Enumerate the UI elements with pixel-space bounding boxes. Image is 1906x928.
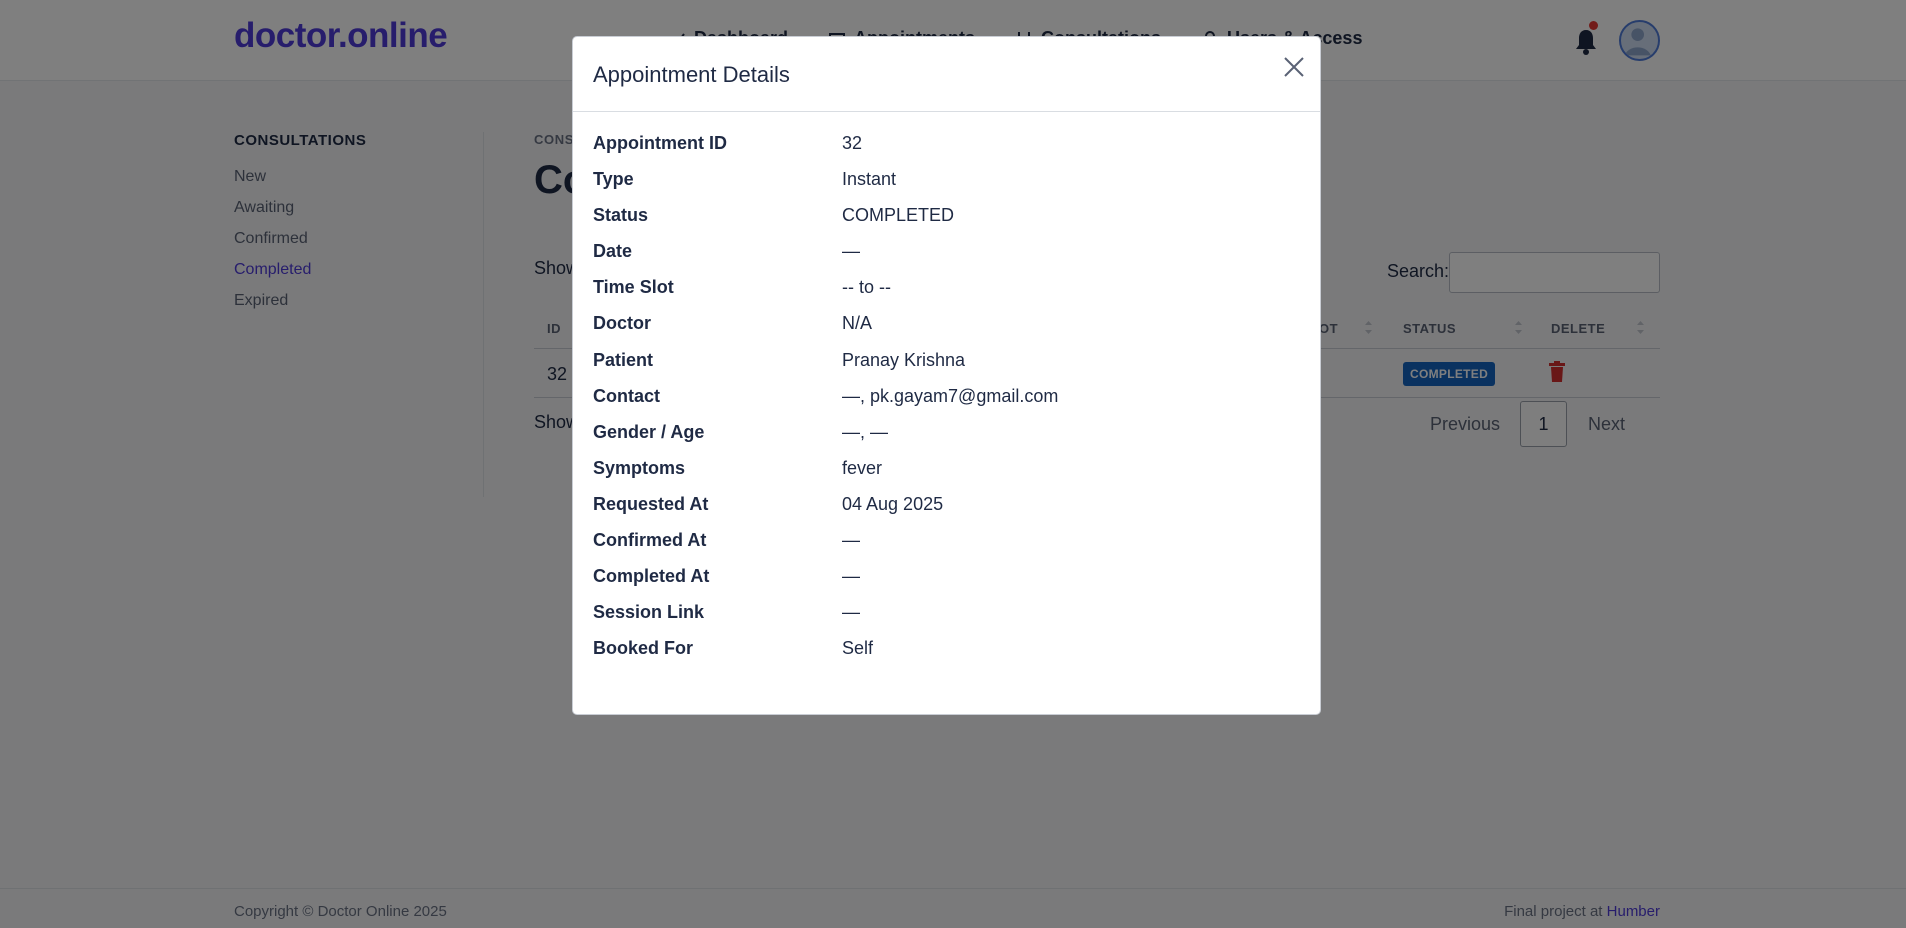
detail-row: Time Slot -- to -- [593, 271, 1293, 307]
detail-label: Completed At [593, 566, 710, 587]
detail-row: Type Instant [593, 163, 1293, 199]
detail-label: Date [593, 241, 633, 262]
detail-label: Doctor [593, 313, 651, 334]
detail-value: — [842, 241, 860, 262]
detail-row: Booked For Self [593, 632, 1293, 668]
detail-label: Type [593, 169, 634, 190]
detail-row: Requested At 04 Aug 2025 [593, 488, 1293, 524]
detail-row: Status COMPLETED [593, 199, 1293, 235]
detail-label: Symptoms [593, 457, 686, 478]
modal-header: Appointment Details [573, 37, 1320, 112]
appointment-details-modal: Appointment Details Appointment ID 32 Type… [572, 36, 1321, 715]
detail-value: Self [842, 638, 874, 659]
detail-row: Confirmed At — [593, 524, 1293, 560]
detail-value: Pranay Krishna [842, 349, 966, 370]
detail-value: — [842, 566, 860, 587]
detail-row: Completed At — [593, 560, 1293, 596]
detail-row: Patient Pranay Krishna [593, 344, 1293, 380]
close-icon[interactable] [1282, 55, 1306, 79]
detail-value: Instant [842, 169, 897, 190]
detail-value: — [842, 530, 860, 551]
detail-value: 32 [842, 133, 863, 153]
detail-value: COMPLETED [842, 205, 955, 226]
detail-value: fever [842, 457, 883, 478]
detail-label: Time Slot [593, 277, 674, 298]
detail-label: Status [593, 205, 649, 226]
detail-value: — [842, 602, 860, 623]
modal-title: Appointment Details [593, 62, 790, 87]
detail-label: Gender / Age [593, 421, 705, 442]
detail-value: -- to -- [842, 277, 891, 298]
detail-row: Doctor N/A [593, 307, 1293, 343]
detail-row: Symptoms fever [593, 452, 1293, 488]
detail-value: N/A [842, 313, 873, 334]
detail-row: Contact —, pk.gayam7@gmail.com [593, 380, 1293, 416]
detail-label: Appointment ID [593, 133, 727, 153]
detail-label: Contact [593, 385, 660, 406]
details-list: Appointment ID 32 Type Instant Status COMPLET… [593, 127, 1293, 668]
detail-label: Requested At [593, 493, 709, 514]
detail-label: Booked For [593, 638, 694, 659]
detail-value: —, pk.gayam7@gmail.com [842, 385, 1059, 406]
detail-label: Session Link [593, 602, 705, 623]
detail-label: Confirmed At [593, 530, 707, 551]
detail-value: —, — [842, 421, 889, 442]
detail-row: Date — [593, 235, 1293, 271]
detail-row: Session Link — [593, 596, 1293, 632]
detail-value: 04 Aug 2025 [842, 493, 944, 514]
detail-row: Gender / Age —, — [593, 416, 1293, 452]
detail-row: Appointment ID 32 [593, 127, 1293, 163]
detail-label: Patient [593, 349, 654, 370]
